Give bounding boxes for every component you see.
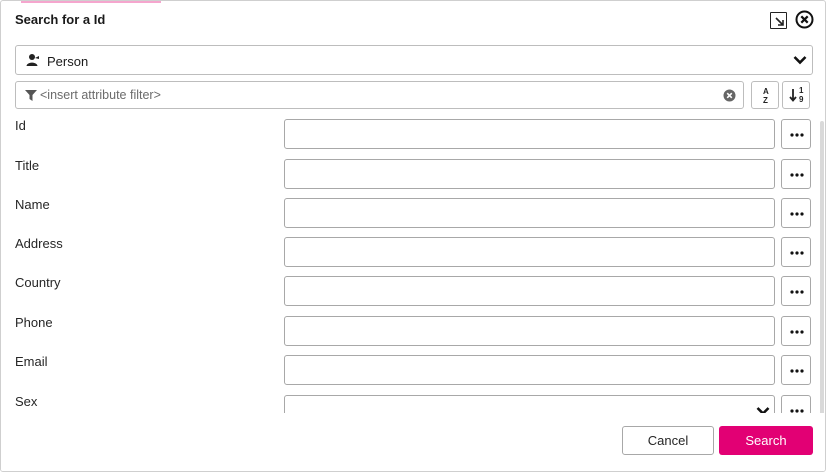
- chevron-down-icon: [793, 56, 807, 65]
- filter-icon: [25, 90, 37, 101]
- cancel-button[interactable]: Cancel: [622, 426, 714, 455]
- field-label: Title: [15, 158, 40, 173]
- id-more-button[interactable]: [781, 119, 811, 149]
- person-icon: [26, 54, 39, 66]
- field-label: Phone: [15, 315, 53, 330]
- title-more-button[interactable]: [781, 159, 811, 189]
- field-label: Email: [15, 354, 48, 369]
- close-button[interactable]: [795, 10, 814, 29]
- sort-alphabetical-button[interactable]: A Z: [751, 81, 779, 109]
- entity-type-label: Person: [47, 54, 89, 69]
- field-row-country: Country: [1, 270, 825, 306]
- field-label: Country: [15, 275, 61, 290]
- ellipsis-icon: [790, 330, 804, 334]
- field-row-title: Title: [1, 153, 825, 189]
- field-label: Sex: [15, 394, 38, 409]
- address-input[interactable]: [284, 237, 775, 267]
- chevron-down-icon: [756, 407, 770, 413]
- field-row-sex: Sex: [1, 389, 825, 413]
- name-input[interactable]: [284, 198, 775, 228]
- phone-more-button[interactable]: [781, 316, 811, 346]
- attribute-fields-list: Id Title Name Address Country Phone Emai…: [1, 113, 825, 413]
- sort-alpha-top: A: [763, 87, 769, 96]
- sort-numeric-button[interactable]: 1 9: [782, 81, 810, 109]
- ellipsis-icon: [790, 212, 804, 216]
- dialog-title: Search for a Id: [15, 12, 106, 27]
- entity-type-select[interactable]: Person: [15, 45, 813, 75]
- dialog-footer: Cancel Search: [1, 413, 825, 471]
- field-label: Name: [15, 197, 50, 212]
- sort-numeric-bottom: 9: [799, 95, 804, 104]
- email-more-button[interactable]: [781, 355, 811, 385]
- ellipsis-icon: [790, 133, 804, 137]
- sort-alpha-bottom: Z: [763, 96, 768, 105]
- email-input[interactable]: [284, 355, 775, 385]
- ellipsis-icon: [790, 369, 804, 373]
- field-row-address: Address: [1, 231, 825, 267]
- maximize-button[interactable]: [770, 12, 787, 29]
- maximize-icon: [775, 17, 784, 26]
- ellipsis-icon: [790, 173, 804, 177]
- id-input[interactable]: [284, 119, 775, 149]
- attribute-filter-input[interactable]: [40, 85, 720, 105]
- search-button[interactable]: Search: [719, 426, 813, 455]
- clear-filter-icon[interactable]: [723, 89, 736, 102]
- field-row-phone: Phone: [1, 310, 825, 346]
- name-more-button[interactable]: [781, 198, 811, 228]
- sort-down-arrow-icon: [789, 89, 797, 102]
- field-label: Id: [15, 118, 26, 133]
- country-more-button[interactable]: [781, 276, 811, 306]
- sort-numeric-top: 1: [799, 86, 804, 95]
- search-dialog: Search for a Id Person <insert attribute…: [0, 0, 826, 472]
- close-circle-icon: [795, 10, 814, 29]
- field-label: Address: [15, 236, 63, 251]
- ellipsis-icon: [790, 290, 804, 294]
- country-input[interactable]: [284, 276, 775, 306]
- sex-select[interactable]: [284, 395, 775, 413]
- phone-input[interactable]: [284, 316, 775, 346]
- dialog-titlebar: Search for a Id: [1, 1, 825, 39]
- field-row-name: Name: [1, 192, 825, 228]
- title-input[interactable]: [284, 159, 775, 189]
- field-row-email: Email: [1, 349, 825, 385]
- sex-more-button[interactable]: [781, 395, 811, 413]
- attribute-filter: [15, 81, 744, 109]
- field-row-id: Id: [1, 113, 825, 149]
- address-more-button[interactable]: [781, 237, 811, 267]
- ellipsis-icon: [790, 251, 804, 255]
